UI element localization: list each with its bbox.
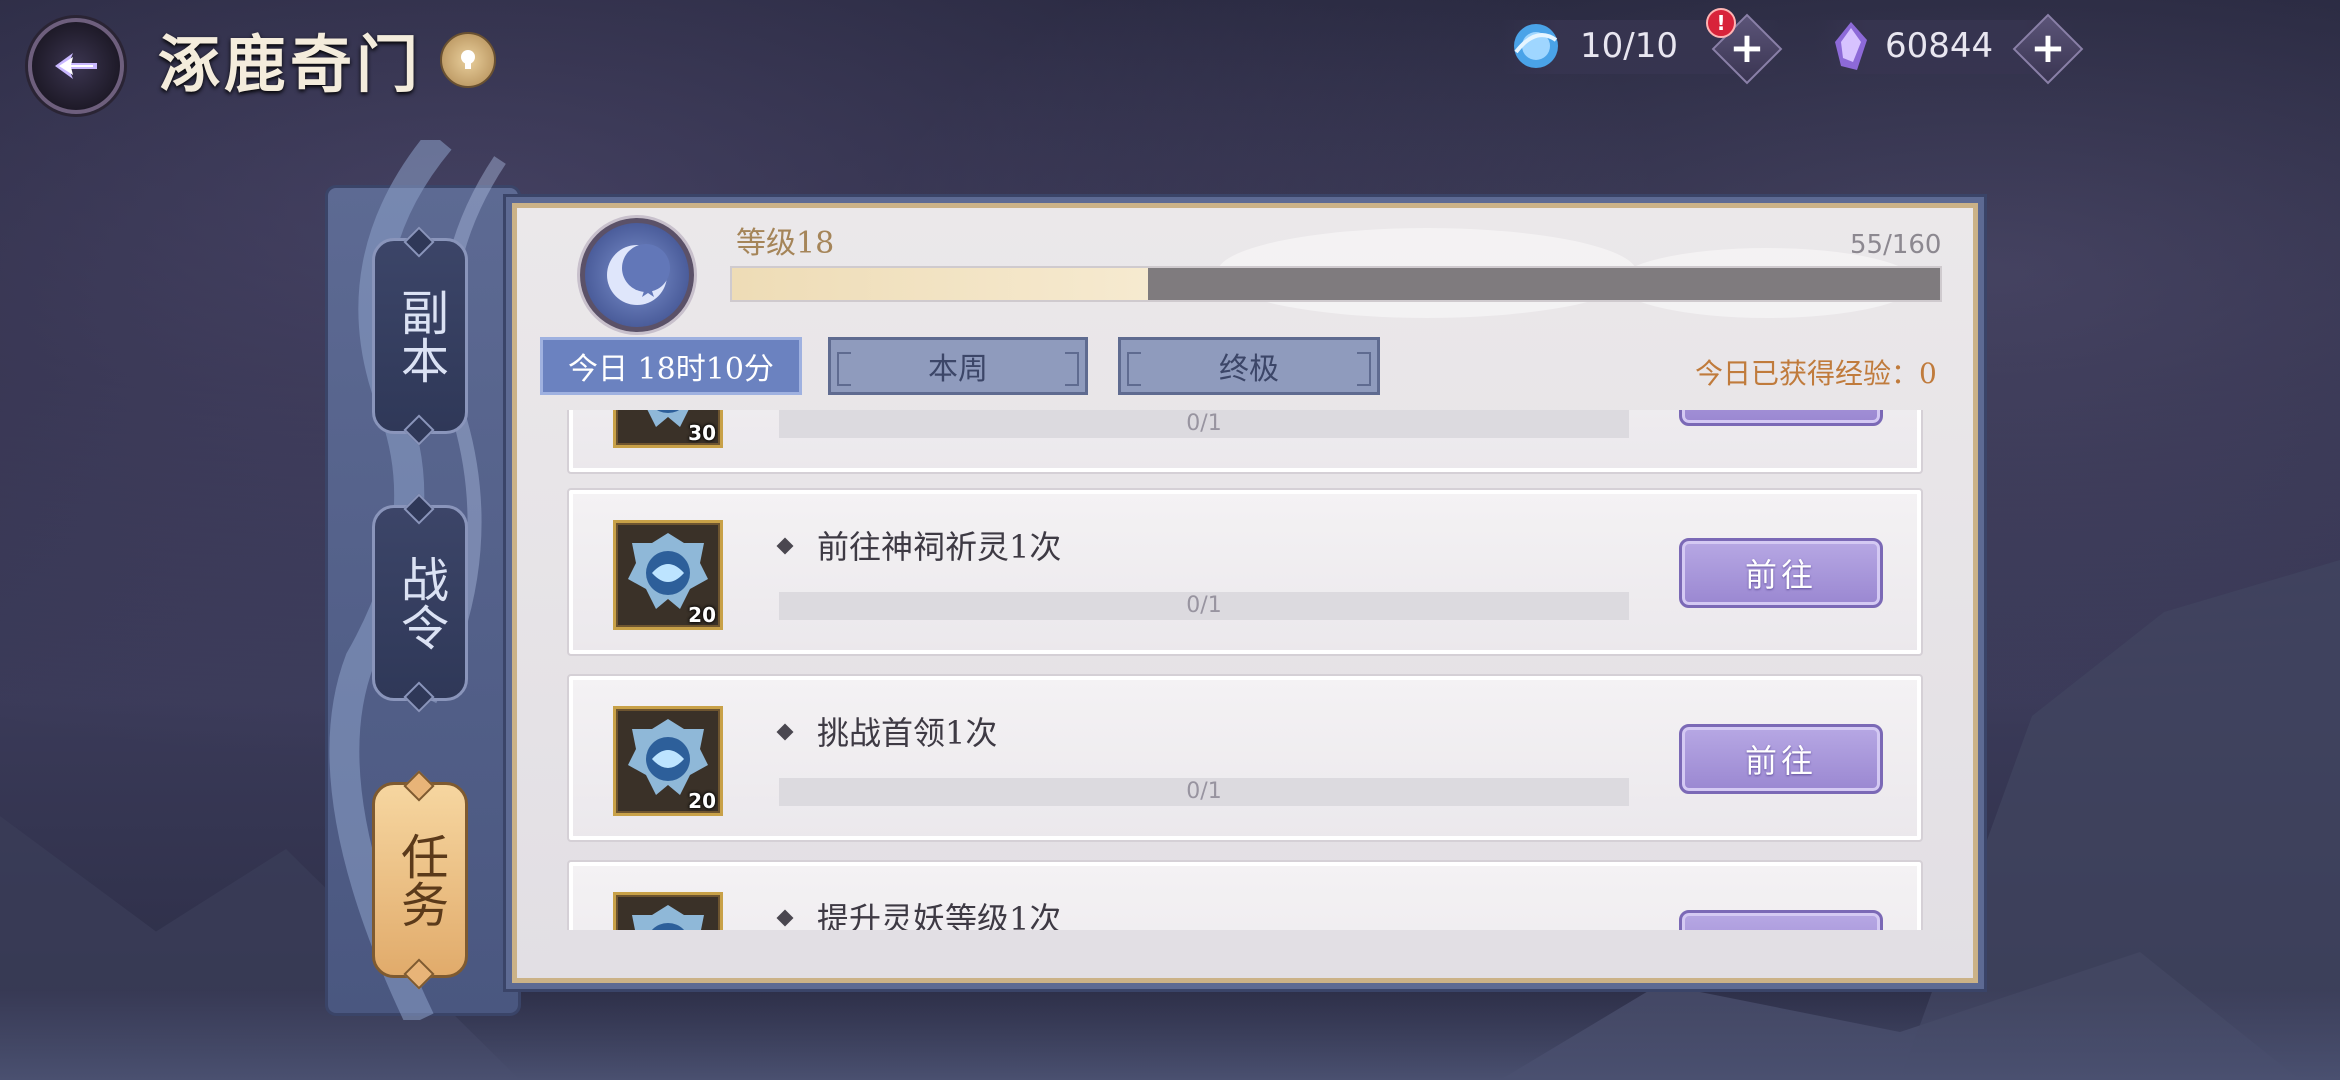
task-name: 提升灵妖等级1次 [817, 900, 1062, 930]
alert-badge: ! [1706, 8, 1736, 38]
go-button[interactable] [1679, 410, 1883, 426]
exp-value: 55/160 [1850, 230, 1942, 260]
task-reward-icon [613, 892, 723, 930]
tab-corner [1357, 352, 1371, 386]
level-badge [580, 218, 694, 332]
task-item: 提升灵妖等级1次 前往 [567, 860, 1923, 930]
task-name: 挑战首领1次 [817, 714, 998, 752]
energy-orb-icon [1514, 24, 1558, 68]
side-tab-tasks[interactable]: 任务 [372, 770, 468, 990]
energy-value: 10/10 [1580, 26, 1678, 66]
tab-corner [837, 352, 851, 386]
lightbulb-icon [461, 50, 475, 69]
list-bottom-edge [550, 930, 1930, 968]
side-tab-label: 副本 [392, 288, 448, 384]
exp-progress-fill [732, 268, 1148, 300]
task-reward-icon: 20 [613, 706, 723, 816]
tab-week-label: 本周 [928, 352, 988, 387]
crescent-moon-icon [607, 244, 670, 305]
task-item: 30 0/1 [567, 410, 1923, 474]
reward-amount: 20 [688, 789, 716, 813]
energy-resource: 10/10 + [1500, 13, 1783, 85]
tab-ultimate-label: 终极 [1219, 352, 1279, 387]
back-button[interactable] [28, 18, 124, 114]
task-reward-icon: 20 [613, 520, 723, 630]
task-progress-text: 0/1 [1186, 593, 1222, 618]
level-label: 等级18 [736, 226, 835, 261]
tip-button[interactable] [440, 32, 496, 88]
gem-plus-button[interactable]: + [2012, 13, 2084, 85]
purple-crystal-icon [1835, 22, 1867, 70]
task-progress-text: 0/1 [1186, 779, 1222, 804]
task-list[interactable]: 30 0/1 20 前往神祠祈灵1次 0/1 前往 20 挑战首领1次 0/1 … [565, 410, 1925, 930]
bullet-icon [776, 723, 794, 741]
tab-today[interactable]: 今日 18时10分 [540, 337, 802, 395]
tab-ultimate[interactable]: 终极 [1118, 337, 1380, 395]
page-title: 涿鹿奇门 [158, 28, 423, 101]
gem-resource: 60844 + [1815, 13, 2084, 85]
task-item: 20 前往神祠祈灵1次 0/1 前往 [567, 488, 1923, 656]
go-button[interactable]: 前往 [1679, 538, 1883, 608]
task-item: 20 挑战首领1次 0/1 前往 [567, 674, 1923, 842]
gem-value: 60844 [1885, 26, 1994, 66]
go-button[interactable]: 前往 [1679, 910, 1883, 930]
tab-corner [1127, 352, 1141, 386]
emblem-icon [632, 905, 704, 930]
exp-progress-bar [730, 266, 1942, 302]
side-tab-label: 任务 [392, 832, 448, 928]
side-tab-label: 战令 [392, 555, 448, 651]
bullet-icon [776, 537, 794, 555]
top-bar: 涿鹿奇门 10/10 + ! 60844 + [0, 0, 2340, 114]
tab-corner [1065, 352, 1079, 386]
bullet-icon [776, 909, 794, 927]
go-button[interactable]: 前往 [1679, 724, 1883, 794]
back-arrow-icon [55, 53, 97, 79]
reward-amount: 30 [688, 421, 716, 445]
side-tab-dungeon[interactable]: 副本 [372, 226, 468, 446]
side-tab-battle-pass[interactable]: 战令 [372, 493, 468, 713]
reward-amount: 20 [688, 603, 716, 627]
tab-week[interactable]: 本周 [828, 337, 1088, 395]
task-reward-icon: 30 [613, 410, 723, 448]
today-exp-label: 今日已获得经验：0 [1695, 357, 1937, 390]
task-progress-text: 0/1 [1186, 411, 1222, 436]
task-name: 前往神祠祈灵1次 [817, 528, 1062, 566]
